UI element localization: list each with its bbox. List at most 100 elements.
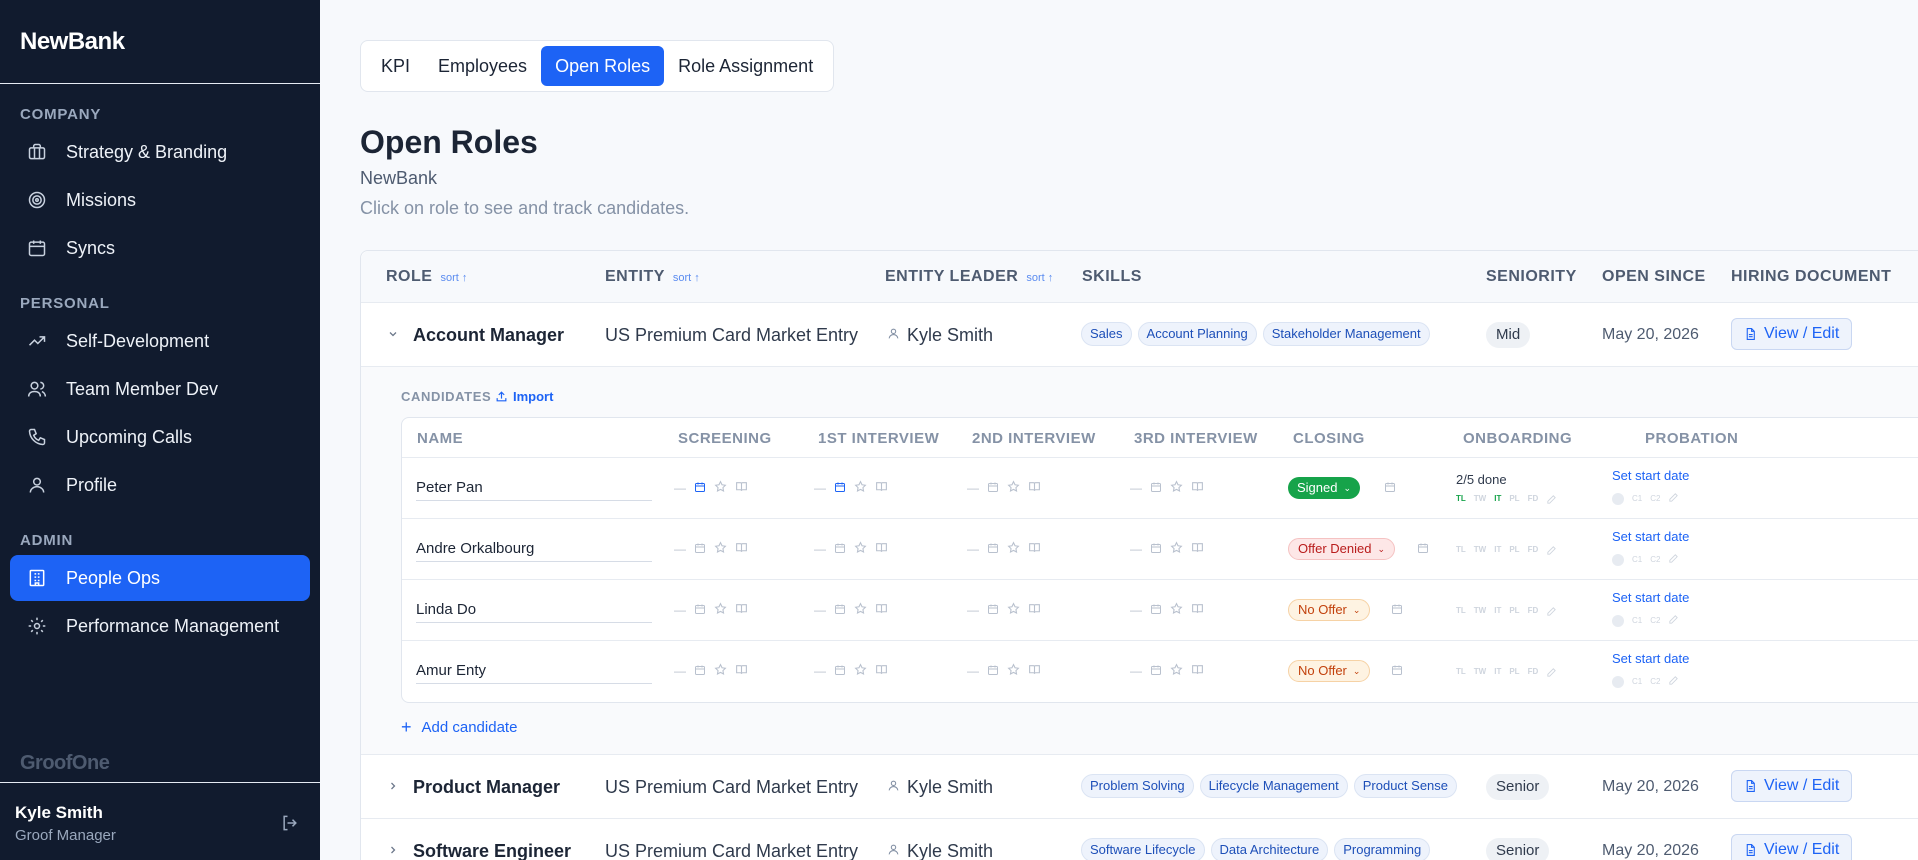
tab-role-assignment[interactable]: Role Assignment	[664, 46, 827, 86]
onboarding-tag[interactable]: IT	[1494, 667, 1501, 680]
closing-status-select[interactable]: No Offer ⌄	[1288, 660, 1371, 682]
sort-leader-link[interactable]: sort ↑	[1026, 272, 1053, 284]
chevron-right-icon[interactable]	[387, 843, 399, 859]
notes-icon[interactable]	[875, 663, 888, 679]
pencil-icon[interactable]	[1546, 494, 1557, 507]
pencil-icon[interactable]	[1668, 675, 1679, 688]
notes-icon[interactable]	[875, 480, 888, 496]
onboarding-tag[interactable]: TW	[1474, 545, 1486, 558]
import-button[interactable]: Import	[495, 389, 553, 404]
notes-icon[interactable]	[735, 480, 748, 496]
onboarding-tag[interactable]: FD	[1528, 494, 1539, 507]
candidate-row[interactable]: Peter Pan — — — — Signed ⌄ 2/5 done TL T…	[402, 458, 1918, 519]
table-row[interactable]: Software Engineer US Premium Card Market…	[361, 819, 1918, 860]
sidebar-item-performance-management[interactable]: Performance Management	[10, 603, 310, 649]
probation-tag[interactable]: C2	[1650, 616, 1660, 625]
star-icon[interactable]	[854, 480, 867, 496]
star-icon[interactable]	[1007, 541, 1020, 557]
sidebar-item-people-ops[interactable]: People Ops	[10, 555, 310, 601]
chevron-down-icon[interactable]	[387, 327, 399, 343]
calendar-icon[interactable]	[1150, 481, 1162, 496]
star-icon[interactable]	[1170, 541, 1183, 557]
candidate-row[interactable]: Amur Enty — — — — No Offer ⌄ TL TW IT PL…	[402, 641, 1918, 702]
star-icon[interactable]	[854, 663, 867, 679]
star-icon[interactable]	[714, 663, 727, 679]
table-row[interactable]: Product Manager US Premium Card Market E…	[361, 755, 1918, 819]
candidate-name-input[interactable]: Linda Do	[416, 601, 652, 623]
probation-tag[interactable]: C1	[1632, 677, 1642, 686]
pencil-icon[interactable]	[1546, 667, 1557, 680]
onboarding-tag[interactable]: FD	[1528, 606, 1539, 619]
calendar-icon[interactable]	[694, 603, 706, 618]
set-start-date-link[interactable]: Set start date	[1612, 590, 1689, 605]
calendar-icon[interactable]	[1391, 602, 1403, 620]
sidebar-item-missions[interactable]: Missions	[10, 177, 310, 223]
pencil-icon[interactable]	[1668, 553, 1679, 566]
calendar-icon[interactable]	[834, 481, 846, 496]
notes-icon[interactable]	[875, 602, 888, 618]
candidate-name-input[interactable]: Amur Enty	[416, 662, 652, 684]
tab-open-roles[interactable]: Open Roles	[541, 46, 665, 86]
notes-icon[interactable]	[1028, 541, 1041, 557]
role-name[interactable]: Account Manager	[413, 325, 564, 346]
calendar-icon[interactable]	[834, 664, 846, 679]
calendar-icon[interactable]	[694, 542, 706, 557]
probation-tag[interactable]: C1	[1632, 616, 1642, 625]
star-icon[interactable]	[714, 480, 727, 496]
sidebar-item-team-member-dev[interactable]: Team Member Dev	[10, 366, 310, 412]
onboarding-tag[interactable]: PL	[1509, 545, 1519, 558]
star-icon[interactable]	[854, 541, 867, 557]
tab-kpi[interactable]: KPI	[367, 46, 424, 86]
onboarding-tag[interactable]: FD	[1528, 667, 1539, 680]
calendar-icon[interactable]	[834, 603, 846, 618]
star-icon[interactable]	[1007, 663, 1020, 679]
calendar-icon[interactable]	[1391, 663, 1403, 681]
calendar-icon[interactable]	[1150, 542, 1162, 557]
calendar-icon[interactable]	[987, 542, 999, 557]
onboarding-tag[interactable]: TL	[1456, 545, 1466, 558]
notes-icon[interactable]	[1191, 541, 1204, 557]
onboarding-tag[interactable]: PL	[1509, 667, 1519, 680]
candidate-name-input[interactable]: Andre Orkalbourg	[416, 540, 652, 562]
calendar-icon[interactable]	[987, 603, 999, 618]
onboarding-tag[interactable]: IT	[1494, 494, 1501, 507]
sidebar-item-upcoming-calls[interactable]: Upcoming Calls	[10, 414, 310, 460]
notes-icon[interactable]	[875, 541, 888, 557]
notes-icon[interactable]	[1028, 602, 1041, 618]
candidate-row[interactable]: Linda Do — — — — No Offer ⌄ TL TW IT PL …	[402, 580, 1918, 641]
add-candidate-button[interactable]: + Add candidate	[401, 717, 517, 738]
star-icon[interactable]	[714, 541, 727, 557]
set-start-date-link[interactable]: Set start date	[1612, 468, 1689, 483]
calendar-icon[interactable]	[987, 481, 999, 496]
set-start-date-link[interactable]: Set start date	[1612, 529, 1689, 544]
calendar-icon[interactable]	[694, 664, 706, 679]
notes-icon[interactable]	[1191, 602, 1204, 618]
role-name[interactable]: Product Manager	[413, 777, 560, 798]
calendar-icon[interactable]	[1417, 541, 1429, 559]
sidebar-item-syncs[interactable]: Syncs	[10, 225, 310, 271]
probation-tag[interactable]: C1	[1632, 555, 1642, 564]
table-row[interactable]: Account Manager US Premium Card Market E…	[361, 303, 1918, 367]
pencil-icon[interactable]	[1668, 492, 1679, 505]
pencil-icon[interactable]	[1546, 606, 1557, 619]
tab-employees[interactable]: Employees	[424, 46, 541, 86]
candidate-row[interactable]: Andre Orkalbourg — — — — Offer Denied ⌄ …	[402, 519, 1918, 580]
candidate-name-input[interactable]: Peter Pan	[416, 479, 652, 501]
notes-icon[interactable]	[1028, 480, 1041, 496]
view-edit-button[interactable]: View / Edit	[1731, 318, 1853, 350]
sort-entity-link[interactable]: sort ↑	[673, 272, 700, 284]
onboarding-tag[interactable]: IT	[1494, 545, 1501, 558]
sidebar-item-strategy-branding[interactable]: Strategy & Branding	[10, 129, 310, 175]
onboarding-tag[interactable]: IT	[1494, 606, 1501, 619]
notes-icon[interactable]	[735, 663, 748, 679]
calendar-icon[interactable]	[1150, 664, 1162, 679]
sidebar-item-self-development[interactable]: Self-Development	[10, 318, 310, 364]
calendar-icon[interactable]	[1384, 480, 1396, 498]
closing-status-select[interactable]: Offer Denied ⌄	[1288, 538, 1396, 560]
star-icon[interactable]	[1170, 602, 1183, 618]
star-icon[interactable]	[854, 602, 867, 618]
probation-tag[interactable]: C2	[1650, 677, 1660, 686]
probation-tag[interactable]: C2	[1650, 555, 1660, 564]
onboarding-tag[interactable]: TW	[1474, 494, 1486, 507]
logout-icon[interactable]	[280, 813, 300, 838]
